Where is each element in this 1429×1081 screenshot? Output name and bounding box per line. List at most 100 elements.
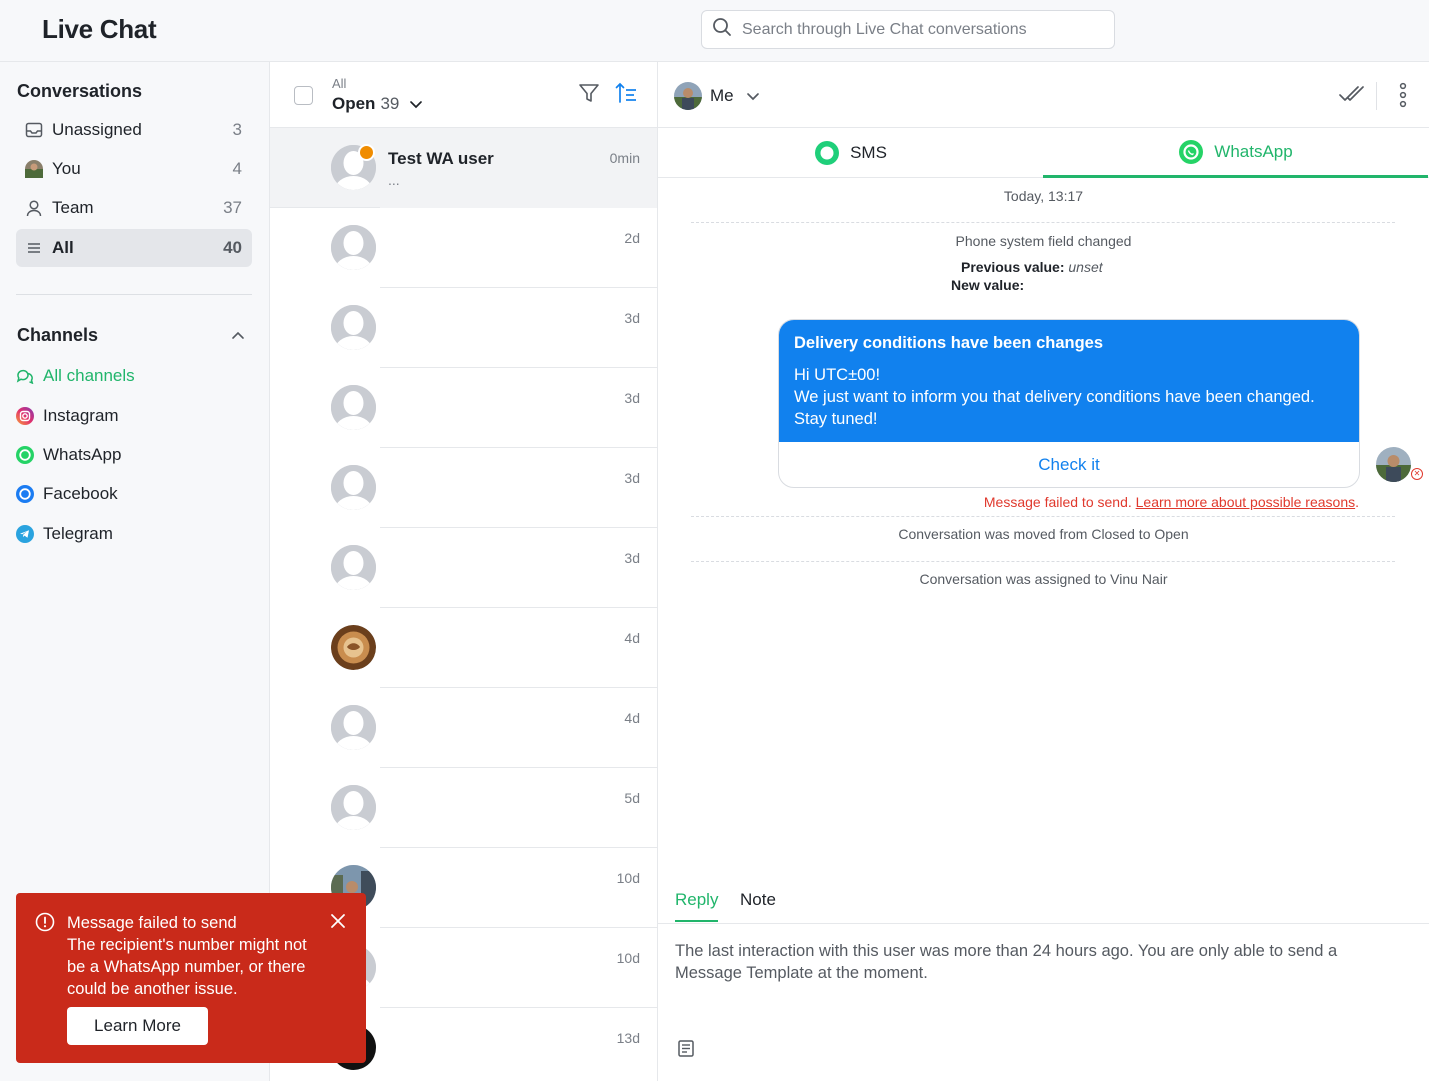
sidebar-item-label: You <box>52 159 81 178</box>
check-it-button[interactable]: Check it <box>779 442 1359 487</box>
learn-more-button[interactable]: Learn More <box>67 1007 208 1045</box>
timestamp: 4d <box>624 710 640 726</box>
assignee-dropdown[interactable]: Me <box>674 82 760 110</box>
toast-title: Message failed to send <box>67 914 237 932</box>
assignee-label: Me <box>710 86 734 105</box>
sidebar-item-all[interactable]: All 40 <box>16 229 252 267</box>
tab-reply[interactable]: Reply <box>675 890 719 922</box>
chevron-up-icon[interactable] <box>231 328 245 346</box>
avatar <box>331 225 376 270</box>
new-value-label: New value: <box>951 277 1025 293</box>
top-bar: Live Chat <box>0 0 1429 62</box>
whatsapp-icon <box>1178 139 1204 165</box>
composer-tabs: Reply Note <box>658 888 1429 924</box>
composer-notice: The last interaction with this user was … <box>675 942 1338 982</box>
period: . <box>1355 494 1359 510</box>
conversation-row[interactable]: 5d <box>270 768 657 848</box>
chevron-down-icon <box>746 92 759 100</box>
messenger-icon <box>16 485 34 503</box>
message-template-icon[interactable] <box>677 1039 695 1062</box>
toast-body: The recipient's number might not be a Wh… <box>67 936 307 998</box>
list-icon <box>24 238 44 258</box>
send-error-text: Message failed to send. <box>983 494 1132 510</box>
app-title: Live Chat <box>42 14 157 44</box>
conversation-row[interactable]: Test WA user... 0min <box>270 128 657 208</box>
channel-tabs: SMS WhatsApp <box>658 128 1429 178</box>
avatar <box>1376 447 1411 482</box>
search-box[interactable] <box>701 10 1115 49</box>
sidebar-item-label: All <box>52 238 74 257</box>
channel-label: WhatsApp <box>43 445 122 464</box>
tab-note[interactable]: Note <box>740 890 776 910</box>
avatar <box>24 159 44 179</box>
sms-icon <box>814 140 840 166</box>
avatar <box>331 625 376 670</box>
more-options-icon[interactable] <box>1395 82 1411 113</box>
timestamp: 10d <box>616 870 640 886</box>
system-event: Conversation was moved from Closed to Op… <box>898 526 1189 542</box>
timestamp: 13d <box>616 1030 640 1046</box>
previous-value-label: Previous value: <box>961 259 1065 275</box>
message-line: Hi UTC±00! <box>794 366 881 384</box>
conversation-row[interactable]: 4d <box>270 608 657 688</box>
channel-all[interactable]: All channels <box>16 360 135 392</box>
resolve-check-icon[interactable] <box>1338 83 1364 110</box>
telegram-icon <box>16 525 34 543</box>
divider <box>16 294 252 295</box>
new-value-row: New value: <box>951 277 1024 293</box>
message-line: Stay tuned! <box>794 410 878 428</box>
sidebar-item-you[interactable]: You 4 <box>16 150 252 188</box>
filter-scope: All <box>332 76 347 91</box>
status-filter-label: Open <box>332 94 376 113</box>
tab-label: SMS <box>850 143 887 162</box>
contact-name: Test WA user <box>388 149 494 168</box>
tab-sms[interactable]: SMS <box>658 128 1043 178</box>
divider <box>691 516 1395 517</box>
timestamp: 4d <box>624 630 640 646</box>
channel-telegram[interactable]: Telegram <box>16 518 113 550</box>
inbox-icon <box>24 120 44 140</box>
chat-bubbles-icon <box>16 367 34 385</box>
channel-instagram[interactable]: Instagram <box>16 400 119 432</box>
chat-pane: Me SMS WhatsApp Today, 13:17 Phone syste… <box>658 62 1429 1081</box>
template-message-bubble: Delivery conditions have been changes Hi… <box>778 319 1360 488</box>
sidebar-item-unassigned[interactable]: Unassigned 3 <box>16 111 252 149</box>
status-filter-dropdown[interactable]: Open 39 <box>332 94 423 114</box>
error-toast: Message failed to send The recipient's n… <box>16 893 366 1063</box>
tab-whatsapp[interactable]: WhatsApp <box>1043 128 1428 178</box>
previous-value: unset <box>1068 259 1103 275</box>
conversation-row[interactable]: 3d <box>270 528 657 608</box>
conversation-row[interactable]: 3d <box>270 288 657 368</box>
system-event-title: Phone system field changed <box>955 233 1132 249</box>
timestamp: 3d <box>624 550 640 566</box>
conversation-row[interactable]: 4d <box>270 688 657 768</box>
conversations-heading: Conversations <box>17 81 143 101</box>
conversation-row[interactable]: 3d <box>270 448 657 528</box>
search-input[interactable] <box>742 20 1102 39</box>
whatsapp-icon <box>16 446 34 464</box>
divider <box>691 222 1395 223</box>
sidebar-item-label: Unassigned <box>52 120 142 139</box>
channel-whatsapp[interactable]: WhatsApp <box>16 439 121 471</box>
conversation-row[interactable]: 2d <box>270 208 657 288</box>
list-header: All Open 39 <box>270 62 657 128</box>
toast-text: Message failed to send The recipient's n… <box>67 912 327 1000</box>
message-line: We just want to inform you that delivery… <box>794 388 1315 406</box>
channel-facebook[interactable]: Facebook <box>16 478 118 510</box>
send-error-message: Message failed to send. Learn more about… <box>984 494 1359 510</box>
avatar <box>331 305 376 350</box>
avatar <box>331 705 376 750</box>
conversation-row[interactable]: 3d <box>270 368 657 448</box>
select-all-checkbox[interactable] <box>294 86 313 105</box>
learn-more-link[interactable]: Learn more about possible reasons <box>1136 494 1355 510</box>
status-filter-count: 39 <box>380 94 400 113</box>
filter-icon[interactable] <box>578 82 600 109</box>
message-body: Delivery conditions have been changes Hi… <box>779 320 1359 442</box>
sidebar-item-team[interactable]: Team 37 <box>16 189 252 227</box>
channel-label: Instagram <box>43 406 119 425</box>
sort-icon[interactable] <box>614 81 638 110</box>
close-icon[interactable] <box>329 912 347 935</box>
divider <box>1376 82 1377 110</box>
divider <box>691 561 1395 562</box>
message-preview: ... <box>388 172 400 188</box>
